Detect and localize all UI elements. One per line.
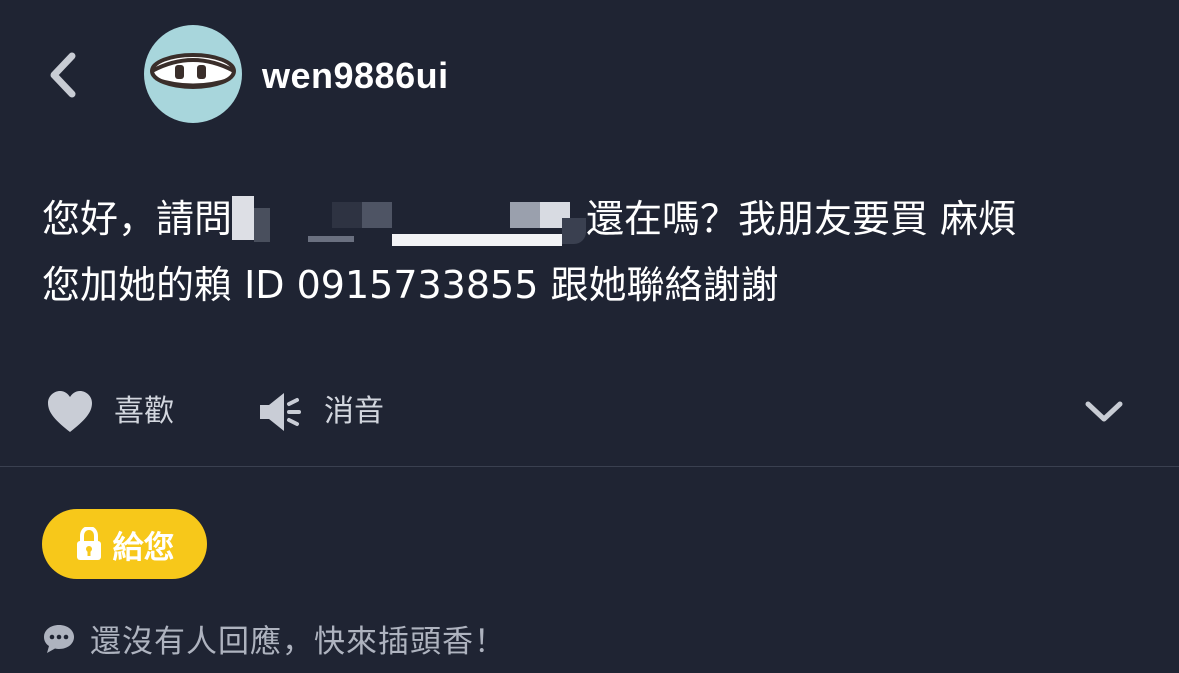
avatar[interactable] xyxy=(144,25,242,123)
username[interactable]: wen9886ui xyxy=(262,54,449,98)
give-button[interactable]: 給您 xyxy=(42,509,207,579)
post-text-before-redaction: 您好，請問 xyxy=(42,197,233,241)
avatar-eye-icon xyxy=(150,53,236,89)
mute-label: 消音 xyxy=(324,394,384,429)
speaker-mute-icon xyxy=(260,393,301,431)
back-button[interactable] xyxy=(40,48,84,102)
divider xyxy=(0,466,1179,467)
empty-comments-text: 還沒有人回應，快來插頭香！ xyxy=(90,624,506,660)
lock-icon xyxy=(76,527,101,560)
give-button-label: 給您 xyxy=(112,529,175,566)
redacted-area xyxy=(232,192,587,246)
expand-button[interactable] xyxy=(1084,394,1124,430)
post-line-1: 您好，請問 還在嗎？我朋友要買 麻煩 xyxy=(42,186,1142,252)
like-label: 喜歡 xyxy=(114,394,174,429)
chevron-down-icon xyxy=(1085,401,1123,422)
chevron-left-icon xyxy=(50,52,76,98)
mute-button[interactable]: 消音 xyxy=(258,390,384,434)
post-page: wen9886ui 您好，請問 還在嗎？我朋友要買 麻煩 您加她的賴 ID 09… xyxy=(0,0,1179,673)
heart-icon xyxy=(48,391,92,432)
like-button[interactable]: 喜歡 xyxy=(46,390,174,434)
comment-bubble-icon xyxy=(44,624,74,653)
post-actions: 喜歡 消音 xyxy=(0,380,1179,444)
empty-comments: 還沒有人回應，快來插頭香！ xyxy=(42,616,506,661)
post-text-after-redaction: 還在嗎？我朋友要買 麻煩 xyxy=(586,197,1017,241)
post-line-2: 您加她的賴 ID 0915733855 跟她聯絡謝謝 xyxy=(42,263,779,307)
post-header: wen9886ui xyxy=(0,0,1179,150)
post-content: 您好，請問 還在嗎？我朋友要買 麻煩 您加她的賴 ID 0915733855 跟… xyxy=(42,186,1142,318)
